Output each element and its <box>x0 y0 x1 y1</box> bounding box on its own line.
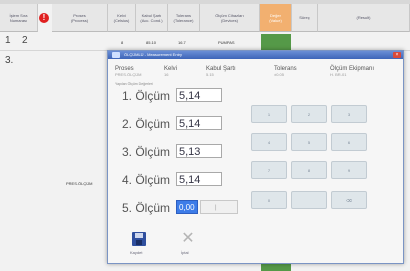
measurement-row-2: 2. Ölçüm 5,14 <box>122 116 222 131</box>
measurements-subheader: Yapılan Ölçüm Değerleri <box>115 82 153 86</box>
close-button[interactable]: × <box>393 52 401 58</box>
info-proses-value: PRES.ÖLÇÜM <box>115 72 142 77</box>
keypad-key-blank[interactable] <box>291 191 327 209</box>
measurement-row-4: 4. Ölçüm 5,14 <box>122 172 222 187</box>
info-kelvi-value: 16 <box>164 72 169 77</box>
dialog-title: ÖLÇÜMLÜ - Measurement Entry <box>124 52 183 57</box>
measurement-dialog: ÖLÇÜMLÜ - Measurement Entry × Proses PRE… <box>107 50 404 264</box>
row-cell: 16.7 <box>178 40 186 45</box>
window-icon <box>112 52 120 58</box>
measurement-row-1: 1. Ölçüm 5,14 <box>122 88 222 103</box>
measurement-label: 3. Ölçüm <box>122 145 171 159</box>
keypad-key-6[interactable]: 6 <box>331 133 367 151</box>
measurement-input-1[interactable]: 5,14 <box>176 88 222 102</box>
header-value[interactable]: Değer (Value) <box>260 4 292 32</box>
measurement-label: 5. Ölçüm <box>122 201 171 215</box>
text-cursor: | <box>200 200 238 214</box>
header-result[interactable]: (Result) <box>318 4 410 32</box>
cancel-icon[interactable]: ✕ <box>181 231 195 247</box>
alert-icon[interactable]: ! <box>39 13 49 23</box>
measurement-label: 1. Ölçüm <box>122 89 171 103</box>
header-tolerance[interactable]: Tolerans (Tolerance) <box>168 4 200 32</box>
info-device-value: H. BR-01 <box>330 72 347 77</box>
keypad-key-7[interactable]: 7 <box>251 161 287 179</box>
row-cell: 8 <box>121 40 124 45</box>
save-icon[interactable] <box>132 232 146 246</box>
info-acceptance-value: 5.15 <box>206 72 214 77</box>
row-number: 2 <box>22 35 28 46</box>
keypad-key-8[interactable]: 8 <box>291 161 327 179</box>
dialog-titlebar[interactable]: ÖLÇÜMLÜ - Measurement Entry × <box>108 51 403 59</box>
keypad-key-4[interactable]: 4 <box>251 133 287 151</box>
process-label: PRES.ÖLÇÜM <box>66 181 93 186</box>
info-tolerance-value: ±0.05 <box>274 72 284 77</box>
table-header: İşlem Sıra Numarası ! Proses (Process) K… <box>0 4 410 34</box>
header-process-no[interactable]: İşlem Sıra Numarası <box>0 4 38 32</box>
measurement-row-5: 5. Ölçüm 0,00 | <box>122 200 238 215</box>
header-process-step[interactable]: Süreç <box>292 4 318 32</box>
measurement-row-3: 3. Ölçüm 5,13 <box>122 144 222 159</box>
keypad-key-0[interactable]: 0 <box>251 191 287 209</box>
header-devices[interactable]: Ölçüm Cihazları (Devices) <box>200 4 260 32</box>
row-number: 3. <box>5 55 14 66</box>
keypad-key-3[interactable]: 3 <box>331 105 367 123</box>
row-cell: 85.10 <box>146 40 157 45</box>
measurement-label: 2. Ölçüm <box>122 117 171 131</box>
header-acceptance[interactable]: Kabul Şartı (Acc. Cond.) <box>136 4 168 32</box>
keypad-key-1[interactable]: 1 <box>251 105 287 123</box>
save-button-label[interactable]: Kaydet <box>130 250 142 255</box>
screen: İşlem Sıra Numarası ! Proses (Process) K… <box>0 0 410 271</box>
row-cell: PUMPAS <box>218 40 235 45</box>
keypad-key-backspace[interactable]: ⌫ <box>331 191 367 209</box>
save-icon-slot <box>136 240 142 245</box>
measurement-input-3[interactable]: 5,13 <box>176 144 222 158</box>
header-kelvi[interactable]: Kelvi (Celsius) <box>108 4 136 32</box>
measurement-input-5[interactable]: 0,00 <box>176 200 198 214</box>
save-icon-label-area <box>135 233 143 238</box>
measurement-input-4[interactable]: 5,14 <box>176 172 222 186</box>
keypad-key-2[interactable]: 2 <box>291 105 327 123</box>
row-number: 1 <box>5 35 11 46</box>
cancel-button-label[interactable]: İptal <box>181 250 189 255</box>
measurement-label: 4. Ölçüm <box>122 173 171 187</box>
keypad-key-9[interactable]: 9 <box>331 161 367 179</box>
measurement-input-2[interactable]: 5,14 <box>176 116 222 130</box>
keypad-key-5[interactable]: 5 <box>291 133 327 151</box>
header-process[interactable]: Proses (Process) <box>52 4 108 32</box>
